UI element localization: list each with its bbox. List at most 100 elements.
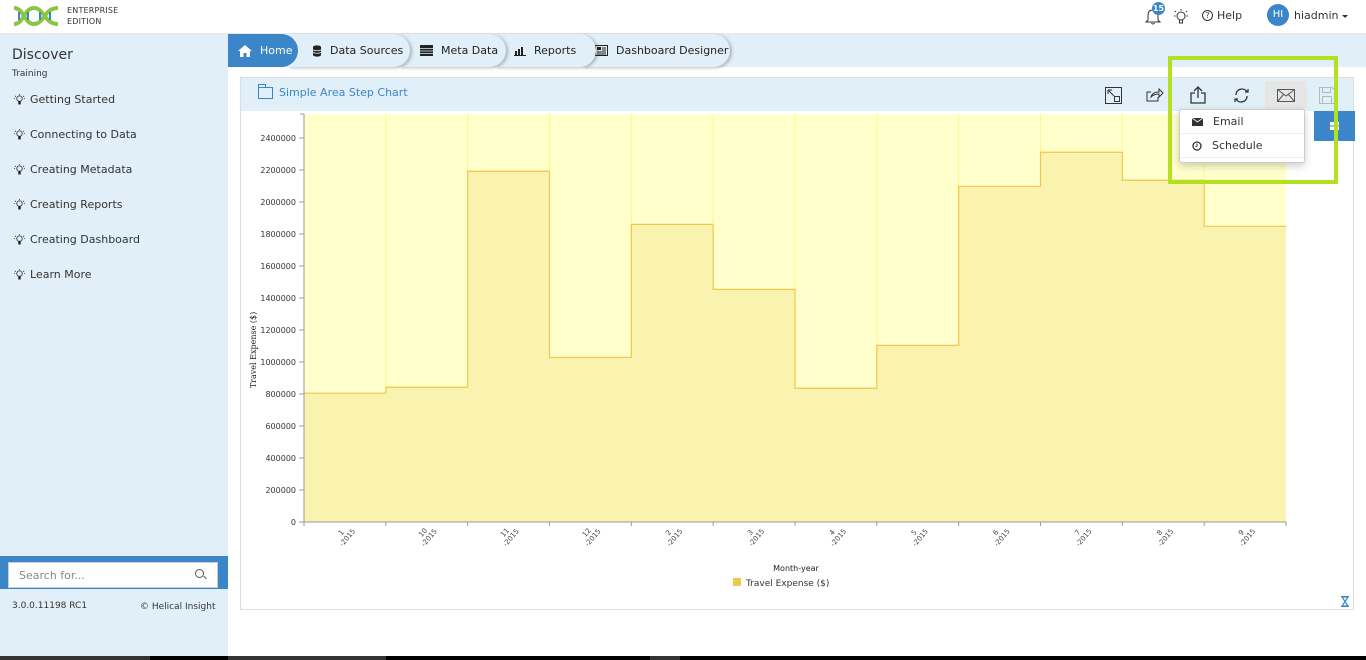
sidebar-item-label: Learn More [30,268,92,281]
sidebar-item-label: Creating Dashboard [30,233,140,246]
y-tick-label: 1000000 [260,358,296,367]
main-tabs: Dashboard Designer Reports Meta Data Dat… [228,34,1366,67]
tab-reports[interactable]: Reports [496,34,596,67]
version-label: 3.0.0.11198 RC1 [12,601,88,611]
y-tick-label: 1200000 [260,326,296,335]
email-icon [1277,88,1295,102]
expand-icon [1104,86,1122,104]
save-icon [1319,86,1335,104]
edition-label: ENTERPRISE EDITION [67,5,118,27]
edition-line2: EDITION [67,17,102,26]
database-icon [312,44,322,57]
step-segment-6-2015 [959,186,1041,522]
sidebar-item-connecting-to-data[interactable]: Connecting to Data [14,127,140,162]
bottom-edge [0,656,1366,660]
open-external-icon [1146,88,1164,102]
tab-dashboard-designer[interactable]: Dashboard Designer [583,34,730,67]
x-tick-label: 1-2015 [337,527,357,548]
helical-logo [13,5,59,27]
tab-label: Meta Data [441,44,499,57]
copyright-label: © Helical Insight [140,602,216,612]
step-segment-9-2015 [1204,226,1286,522]
sidebar-item-label: Connecting to Data [30,128,137,141]
save-button[interactable] [1314,83,1340,107]
x-tick-label: 2-2015 [664,527,684,548]
step-segment-3-2015 [713,289,795,522]
y-tick-label: 1800000 [260,230,296,239]
sidebar-item-label: Creating Metadata [30,163,133,176]
y-tick-label: 2400000 [260,134,296,143]
sidebar: Discover Training Getting Started Connec… [0,34,228,656]
step-segment-5-2015 [877,345,959,522]
email-button[interactable] [1265,81,1307,109]
y-tick-label: 1400000 [260,294,296,303]
legend[interactable]: Travel Expense ($) [733,578,829,589]
legend-label: Travel Expense ($) [745,579,829,589]
tab-home[interactable]: Home [228,34,298,67]
grid-icon [1330,122,1339,130]
notification-badge[interactable]: 15 [1152,2,1165,15]
lightbulb-icon [14,234,25,245]
share-button[interactable] [1185,83,1211,107]
refresh-icon [1233,87,1249,103]
step-segment-11-2015 [468,171,550,522]
lightbulb-icon[interactable] [1173,8,1189,26]
search-icon[interactable] [191,565,211,585]
user-menu[interactable]: hiadmin [1294,9,1348,22]
x-tick-label: 9-2015 [1237,527,1257,548]
sidebar-title: Discover [12,47,73,63]
y-tick-label: 800000 [265,390,296,399]
x-tick-label: 11-2015 [499,527,521,548]
tab-data-sources[interactable]: Data Sources [288,34,410,67]
lightbulb-icon [14,269,25,280]
step-segment-4-2015 [795,388,877,522]
y-tick-label: 2200000 [260,166,296,175]
lightbulb-icon [14,199,25,210]
sidebar-item-creating-dashboard[interactable]: Creating Dashboard [14,232,140,267]
menu-item-label: Schedule [1212,139,1263,152]
file-search-box [8,562,218,588]
share-icon [1190,86,1206,104]
help-icon: ? [1202,10,1213,21]
sidebar-item-creating-reports[interactable]: Creating Reports [14,197,140,232]
expand-button[interactable] [1100,83,1126,107]
x-tick-label: 10-2015 [417,527,439,548]
layout-grid-button[interactable] [1314,111,1355,141]
hourglass-icon [1340,596,1350,607]
step-segment-10-2015 [386,387,468,522]
sidebar-item-creating-metadata[interactable]: Creating Metadata [14,162,140,197]
tab-label: Data Sources [330,44,404,57]
sidebar-item-learn-more[interactable]: Learn More [14,267,140,302]
x-tick-label: 5-2015 [910,527,930,548]
panel-header: Simple Area Step Chart [241,78,1353,111]
sidebar-item-label: Creating Reports [30,198,123,211]
sidebar-item-getting-started[interactable]: Getting Started [14,92,140,127]
envelope-icon [1192,117,1203,126]
share-menu: Email Schedule [1179,109,1305,163]
training-list: Getting Started Connecting to Data Creat… [14,92,140,302]
step-segment-2-2015 [631,224,713,522]
share-menu-email[interactable]: Email [1180,110,1304,134]
help-link[interactable]: ? Help [1202,9,1242,22]
help-label: Help [1217,9,1243,22]
tab-meta-data[interactable]: Meta Data [400,34,506,67]
y-tick-label: 2000000 [260,198,296,207]
dashboard-icon [595,45,608,56]
tab-label: Reports [534,44,577,57]
file-search-input[interactable] [9,563,191,587]
x-tick-label: 3-2015 [746,527,766,548]
x-tick-label: 8-2015 [1155,527,1175,548]
y-tick-label: 400000 [265,454,296,463]
home-icon [238,44,252,57]
lightbulb-icon [14,94,25,105]
x-tick-label: 12-2015 [581,527,603,548]
x-tick-label: 6-2015 [992,527,1012,548]
refresh-button[interactable] [1228,83,1254,107]
report-title: Simple Area Step Chart [279,86,408,99]
top-header: ENTERPRISE EDITION 15 ? Help HI hiadmin [0,0,1366,34]
share-menu-schedule[interactable]: Schedule [1180,134,1304,158]
area-step-chart: 1-2015 10-2015 11-2015 12-2015 2-2015 3-2015 4… [249,113,1287,589]
step-segment-1-2015 [304,393,386,522]
avatar[interactable]: HI [1267,4,1289,26]
open-external-button[interactable] [1142,83,1168,107]
